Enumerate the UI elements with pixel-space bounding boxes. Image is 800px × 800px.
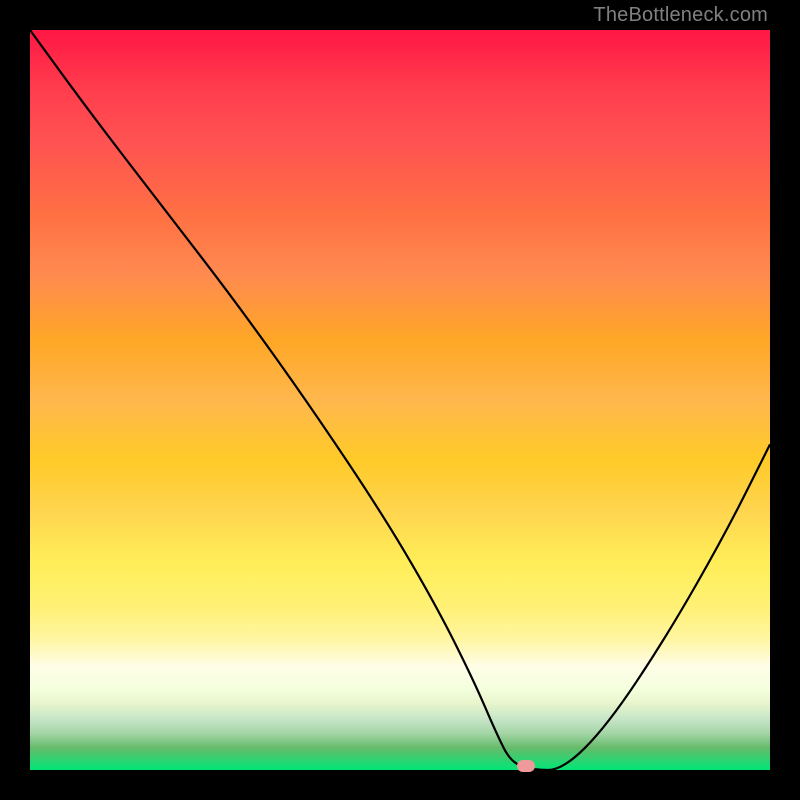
bottleneck-curve [30,30,770,770]
optimal-marker [517,760,535,772]
chart-frame: TheBottleneck.com [0,0,800,800]
watermark-text: TheBottleneck.com [593,4,768,27]
plot-area [30,30,770,770]
